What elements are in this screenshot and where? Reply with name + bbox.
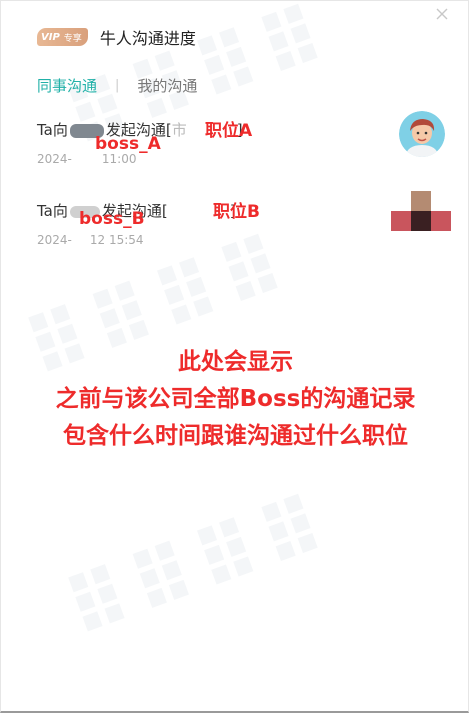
vip-badge: VIP 专享 — [37, 28, 88, 46]
tab-colleague-communication[interactable]: 同事沟通 — [37, 75, 97, 96]
tab-my-communication[interactable]: 我的沟通 — [137, 75, 197, 96]
annotation-line-2: 之前与该公司全部Boss的沟通记录 — [55, 386, 416, 412]
tab-bar: 同事沟通 | 我的沟通 — [37, 75, 197, 96]
item-prefix: Ta向 — [37, 202, 68, 220]
time-suffix: 11:00 — [101, 152, 137, 166]
time-prefix: 2024- — [37, 233, 72, 247]
time-prefix: 2024- — [37, 152, 72, 166]
annotation-text: 此处会显示 之前与该公司全部Boss的沟通记录 包含什么时间跟谁沟通过什么职位 — [1, 344, 469, 455]
annotation-line-1: 此处会显示 — [178, 349, 293, 375]
cartoon-person-icon — [399, 111, 445, 157]
item-time: 2024- 11:00 — [37, 152, 457, 166]
item-prefix: Ta向 — [37, 121, 68, 139]
tab-divider: | — [115, 78, 120, 93]
dialog-header: VIP 专享 牛人沟通进度 — [37, 25, 196, 49]
annotation-line-3: 包含什么时间跟谁沟通过什么职位 — [63, 423, 408, 449]
job-label-a: 职位A — [205, 121, 253, 141]
dialog-title: 牛人沟通进度 — [99, 29, 196, 48]
dialog-window: ⠿⠿⠿⠿ ⠿⠿⠿⠿ ⠿⠿⠿⠿ VIP 专享 牛人沟通进度 同事沟通 | 我的沟通… — [0, 0, 469, 713]
boss-label-a: boss_A — [95, 134, 161, 154]
item-job-partial: 市 — [171, 121, 187, 139]
item-time: 2024- 12 15:54 — [37, 233, 457, 247]
vip-tag: 专享 — [63, 33, 82, 44]
time-suffix: 12 15:54 — [89, 233, 144, 247]
job-label-b: 职位B — [213, 202, 260, 222]
watermark: ⠿⠿⠿⠿ — [53, 476, 343, 659]
vip-label: VIP — [41, 31, 60, 43]
pixelated-avatar-icon — [391, 191, 451, 231]
close-icon[interactable] — [434, 7, 450, 23]
boss-label-b: boss_B — [79, 209, 145, 229]
